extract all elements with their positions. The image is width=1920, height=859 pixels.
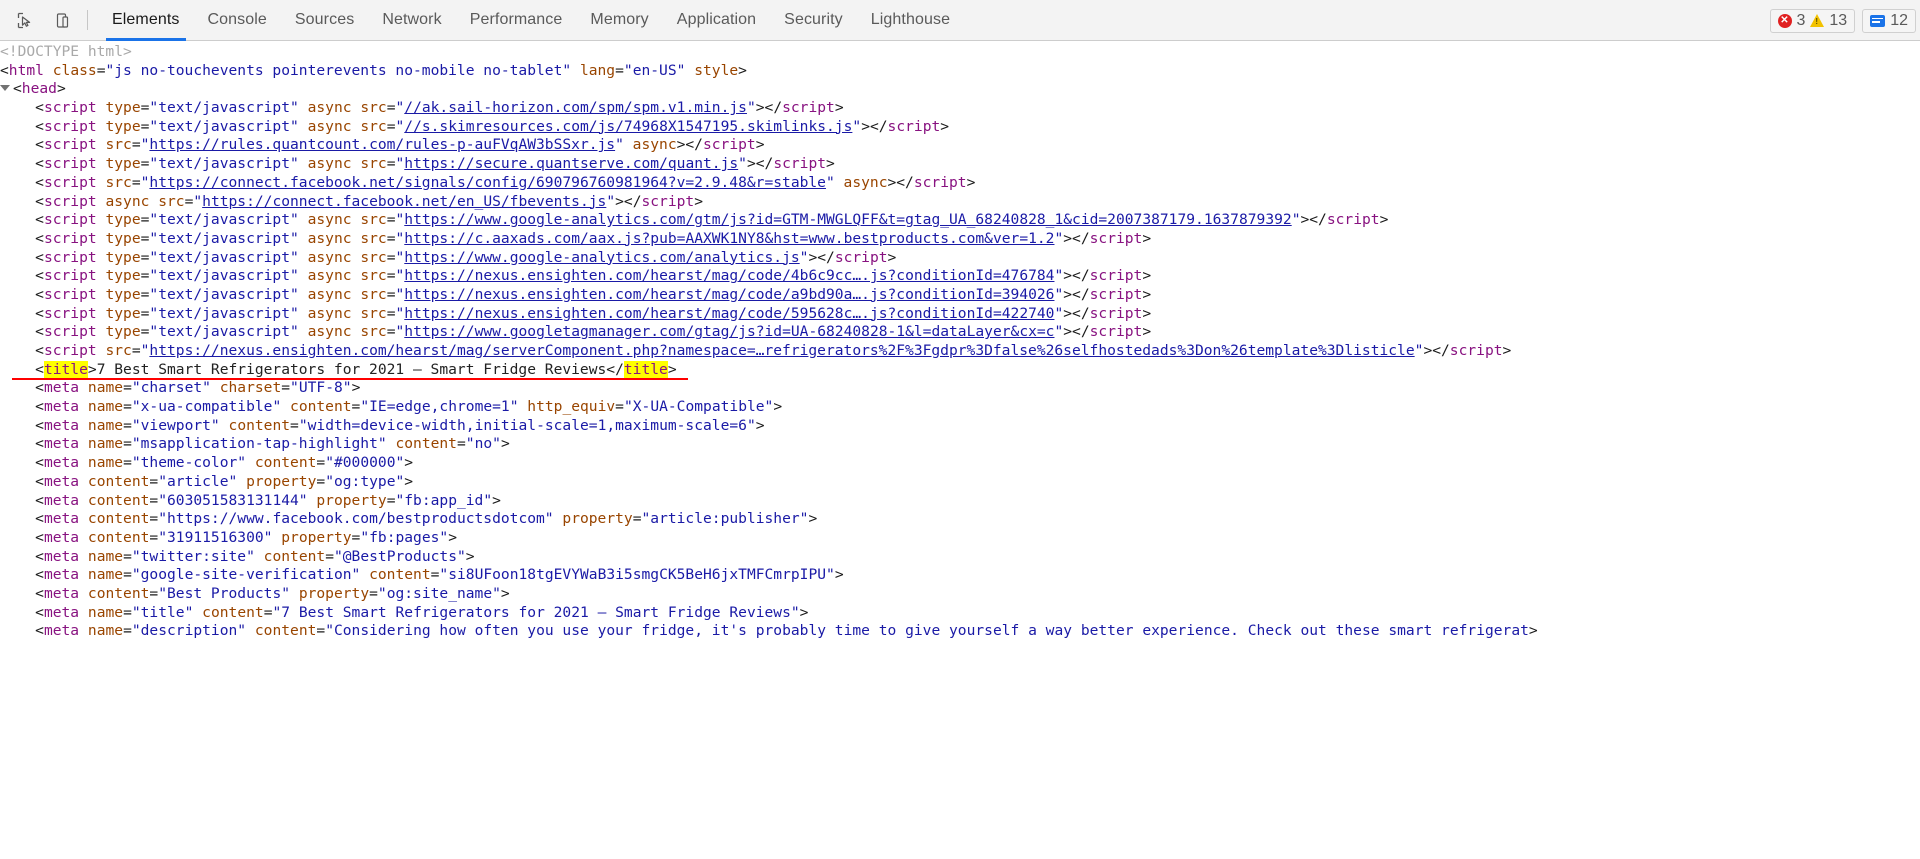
messages-counter[interactable]: 12 (1862, 8, 1916, 33)
tab-network-label: Network (382, 11, 442, 28)
tab-application-label: Application (676, 11, 757, 28)
tab-elements[interactable]: Elements (98, 0, 194, 41)
dom-line-script-12[interactable]: <script type="text/javascript" async src… (0, 323, 1920, 342)
dom-line-script-10[interactable]: <script type="text/javascript" async src… (0, 286, 1920, 305)
dom-line-meta-8[interactable]: <meta content="31911516300" property="fb… (0, 529, 1920, 548)
dom-line-html-open[interactable]: <html class="js no-touchevents pointerev… (0, 62, 1920, 81)
tab-console[interactable]: Console (194, 0, 281, 41)
message-count: 12 (1890, 11, 1908, 29)
dom-line-meta-3[interactable]: <meta name="msapplication-tap-highlight"… (0, 435, 1920, 454)
dom-line-meta-10[interactable]: <meta name="google-site-verification" co… (0, 566, 1920, 585)
panel-tabs: Elements Console Sources Network Perform… (98, 0, 964, 41)
tab-elements-label: Elements (112, 11, 180, 28)
tab-sources-label: Sources (294, 11, 355, 28)
warning-count: 13 (1829, 11, 1848, 29)
dom-line-script-11[interactable]: <script type="text/javascript" async src… (0, 305, 1920, 324)
dom-line-script-2[interactable]: <script src="https://rules.quantcount.co… (0, 136, 1920, 155)
tab-performance[interactable]: Performance (456, 0, 577, 41)
dom-line-meta-0[interactable]: <meta name="charset" charset="UTF-8"> (0, 379, 1920, 398)
inspect-cursor-icon[interactable] (9, 6, 39, 34)
dom-line-head-open[interactable]: <head> (0, 80, 1920, 99)
dom-line-script-0[interactable]: <script type="text/javascript" async src… (0, 99, 1920, 118)
dom-line-meta-12[interactable]: <meta name="title" content="7 Best Smart… (0, 604, 1920, 623)
error-count: 3 (1796, 11, 1806, 29)
elements-dom-tree[interactable]: <!DOCTYPE html> <html class="js no-touche… (0, 41, 1920, 859)
dom-line-script-9[interactable]: <script type="text/javascript" async src… (0, 267, 1920, 286)
dom-line-meta-4[interactable]: <meta name="theme-color" content="#00000… (0, 454, 1920, 473)
dom-line-script-1[interactable]: <script type="text/javascript" async src… (0, 118, 1920, 137)
dom-line-script-3[interactable]: <script type="text/javascript" async src… (0, 155, 1920, 174)
dom-line-meta-5[interactable]: <meta content="article" property="og:typ… (0, 473, 1920, 492)
tab-security[interactable]: Security (770, 0, 857, 41)
dom-line-meta-13[interactable]: <meta name="description" content="Consid… (0, 622, 1920, 641)
tab-security-label: Security (784, 11, 843, 28)
warning-triangle-icon (1810, 14, 1825, 27)
toolbar-status-group: ✕ 3 13 12 (1769, 0, 1920, 41)
dom-line-meta-6[interactable]: <meta content="603051583131144" property… (0, 492, 1920, 511)
tab-console-label: Console (207, 11, 267, 28)
tab-sources[interactable]: Sources (281, 0, 368, 41)
device-toolbar-icon[interactable] (47, 6, 77, 34)
dom-line-script-6[interactable]: <script type="text/javascript" async src… (0, 211, 1920, 230)
dom-line-script-7[interactable]: <script type="text/javascript" async src… (0, 230, 1920, 249)
tab-memory-label: Memory (590, 11, 649, 28)
dom-line-script-13[interactable]: <script src="https://nexus.ensighten.com… (0, 342, 1920, 361)
tab-application[interactable]: Application (663, 0, 770, 41)
dom-line-meta-2[interactable]: <meta name="viewport" content="width=dev… (0, 417, 1920, 436)
dom-line-doctype[interactable]: <!DOCTYPE html> (0, 43, 1920, 62)
dom-line-meta-9[interactable]: <meta name="twitter:site" content="@Best… (0, 548, 1920, 567)
toolbar-icon-group (0, 6, 77, 34)
tab-lighthouse-label: Lighthouse (870, 11, 951, 28)
dom-line-script-8[interactable]: <script type="text/javascript" async src… (0, 249, 1920, 268)
message-bubble-icon (1870, 14, 1886, 27)
error-circle-icon: ✕ (1777, 13, 1792, 28)
dom-line-title[interactable]: <title>7 Best Smart Refrigerators for 20… (0, 360, 1920, 381)
dom-line-script-4[interactable]: <script src="https://connect.facebook.ne… (0, 174, 1920, 193)
dom-line-meta-1[interactable]: <meta name="x-ua-compatible" content="IE… (0, 398, 1920, 417)
dom-line-meta-11[interactable]: <meta content="Best Products" property="… (0, 585, 1920, 604)
tab-memory[interactable]: Memory (576, 0, 662, 41)
devtools-toolbar: Elements Console Sources Network Perform… (0, 0, 1920, 41)
dom-line-script-5[interactable]: <script async src="https://connect.faceb… (0, 193, 1920, 212)
dom-line-meta-7[interactable]: <meta content="https://www.facebook.com/… (0, 510, 1920, 529)
tab-performance-label: Performance (469, 11, 563, 28)
issues-counter[interactable]: ✕ 3 13 (1769, 8, 1856, 33)
tab-lighthouse[interactable]: Lighthouse (857, 0, 964, 41)
toolbar-divider (87, 10, 88, 30)
tab-network[interactable]: Network (368, 0, 455, 41)
